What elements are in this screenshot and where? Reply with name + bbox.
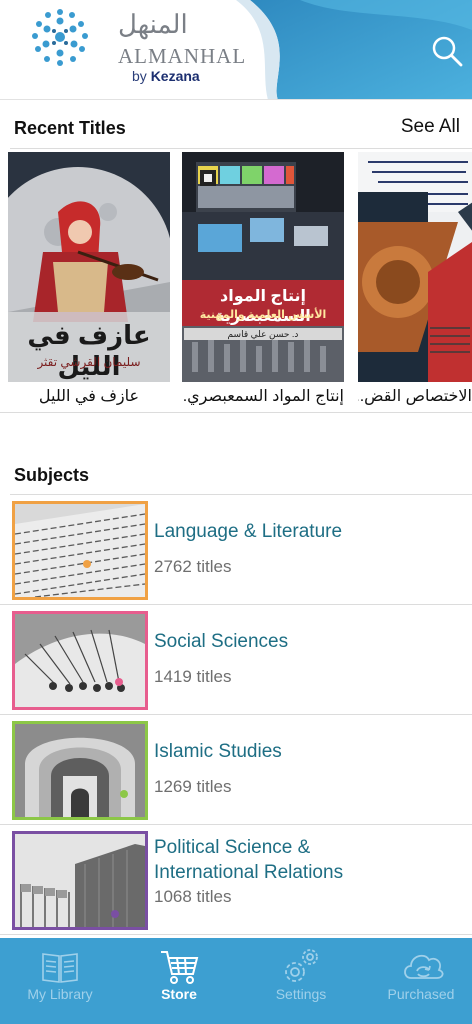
- book-cover-title: عازف في الليل: [27, 320, 151, 381]
- logo-arabic-text: المنهل: [118, 10, 188, 40]
- subjects-heading: Subjects: [14, 465, 90, 485]
- subject-count: 2762 titles: [154, 557, 232, 576]
- subject-thumbnail[interactable]: [12, 831, 148, 930]
- divider: [0, 412, 472, 413]
- subjects-header: Subjects: [0, 455, 472, 495]
- recent-titles-header: Recent Titles See All: [0, 108, 472, 148]
- subject-thumbnail-art: [15, 834, 145, 927]
- logo-by-text: by: [132, 68, 147, 84]
- tab-label: Store: [161, 986, 197, 1002]
- book-cover-subtitle: الأسس العلمية والمهنية: [199, 309, 327, 321]
- subject-thumbnail-art: [15, 504, 145, 597]
- bottom-tab-bar: My Library Store Settings Purchased: [0, 938, 472, 1024]
- subject-item-islamic-studies[interactable]: Islamic Studies 1269 titles: [0, 715, 472, 825]
- subject-thumbnail-art: [15, 614, 145, 707]
- subject-item-social-sciences[interactable]: Social Sciences 1419 titles: [0, 605, 472, 715]
- app-header: المنهل ALMANHAL by Kezana: [0, 0, 472, 100]
- tab-store[interactable]: Store: [120, 938, 238, 1024]
- subject-thumbnail[interactable]: [12, 611, 148, 710]
- cloud-sync-icon: [404, 954, 444, 979]
- book-cover[interactable]: [358, 152, 472, 382]
- tab-settings[interactable]: Settings: [242, 938, 360, 1024]
- logo-by-line: by Kezana: [132, 68, 200, 84]
- book-cover-art: [182, 152, 344, 382]
- search-icon[interactable]: [430, 34, 464, 68]
- subject-name[interactable]: Social Sciences: [154, 629, 288, 654]
- subject-thumbnail[interactable]: [12, 501, 148, 600]
- book-cover[interactable]: إنتاج المواد السمعبصرية الأسس العلمية وا…: [182, 152, 344, 382]
- subject-thumbnail-art: [15, 724, 145, 817]
- subject-item-political-science[interactable]: Political Science & International Relati…: [0, 825, 472, 935]
- logo-latin-text: ALMANHAL: [118, 44, 247, 68]
- divider: [10, 148, 472, 149]
- subject-name[interactable]: Language & Literature: [154, 519, 342, 544]
- see-all-link[interactable]: See All: [401, 116, 460, 138]
- tab-label: Settings: [275, 986, 327, 1002]
- tab-label: My Library: [27, 986, 93, 1002]
- tab-purchased[interactable]: Purchased: [362, 938, 472, 1024]
- book-cover-author: سليمان القرشي تقثر: [37, 355, 141, 369]
- subject-name[interactable]: Islamic Studies: [154, 739, 282, 764]
- book-item[interactable]: الاختصاص القض...: [358, 150, 472, 412]
- subject-name-line2[interactable]: International Relations: [154, 860, 343, 885]
- subject-thumbnail[interactable]: [12, 721, 148, 820]
- book-item[interactable]: عازف في الليل سليمان القرشي تقثر عازف في…: [8, 150, 170, 412]
- tab-label: Purchased: [387, 986, 455, 1002]
- book-cover-art: [358, 152, 472, 382]
- cart-icon: [161, 951, 199, 984]
- book-title[interactable]: إنتاج المواد السمعبصري...: [182, 386, 344, 406]
- tab-my-library[interactable]: My Library: [1, 938, 119, 1024]
- book-icon: [42, 953, 78, 983]
- gear-icon: [285, 949, 318, 982]
- book-cover[interactable]: عازف في الليل سليمان القرشي تقثر: [8, 152, 170, 382]
- subject-count: 1068 titles: [154, 887, 232, 906]
- subject-name-line1[interactable]: Political Science &: [154, 835, 310, 860]
- logo-brand-text: Kezana: [150, 68, 200, 84]
- logo-mark-icon: [32, 9, 88, 66]
- almanhal-logo: المنهل ALMANHAL by Kezana: [22, 4, 245, 92]
- book-item[interactable]: إنتاج المواد السمعبصرية الأسس العلمية وا…: [182, 150, 344, 412]
- subject-item-language-literature[interactable]: Language & Literature 2762 titles: [0, 495, 472, 605]
- subject-count: 1269 titles: [154, 777, 232, 796]
- recent-titles-carousel[interactable]: عازف في الليل سليمان القرشي تقثر عازف في…: [0, 150, 472, 412]
- recent-titles-heading: Recent Titles: [14, 118, 126, 138]
- book-title[interactable]: الاختصاص القض...: [358, 386, 472, 406]
- book-cover-author: د. حسن علي قاسم: [227, 329, 299, 339]
- book-title[interactable]: عازف في الليل: [8, 386, 170, 406]
- subject-count: 1419 titles: [154, 667, 232, 686]
